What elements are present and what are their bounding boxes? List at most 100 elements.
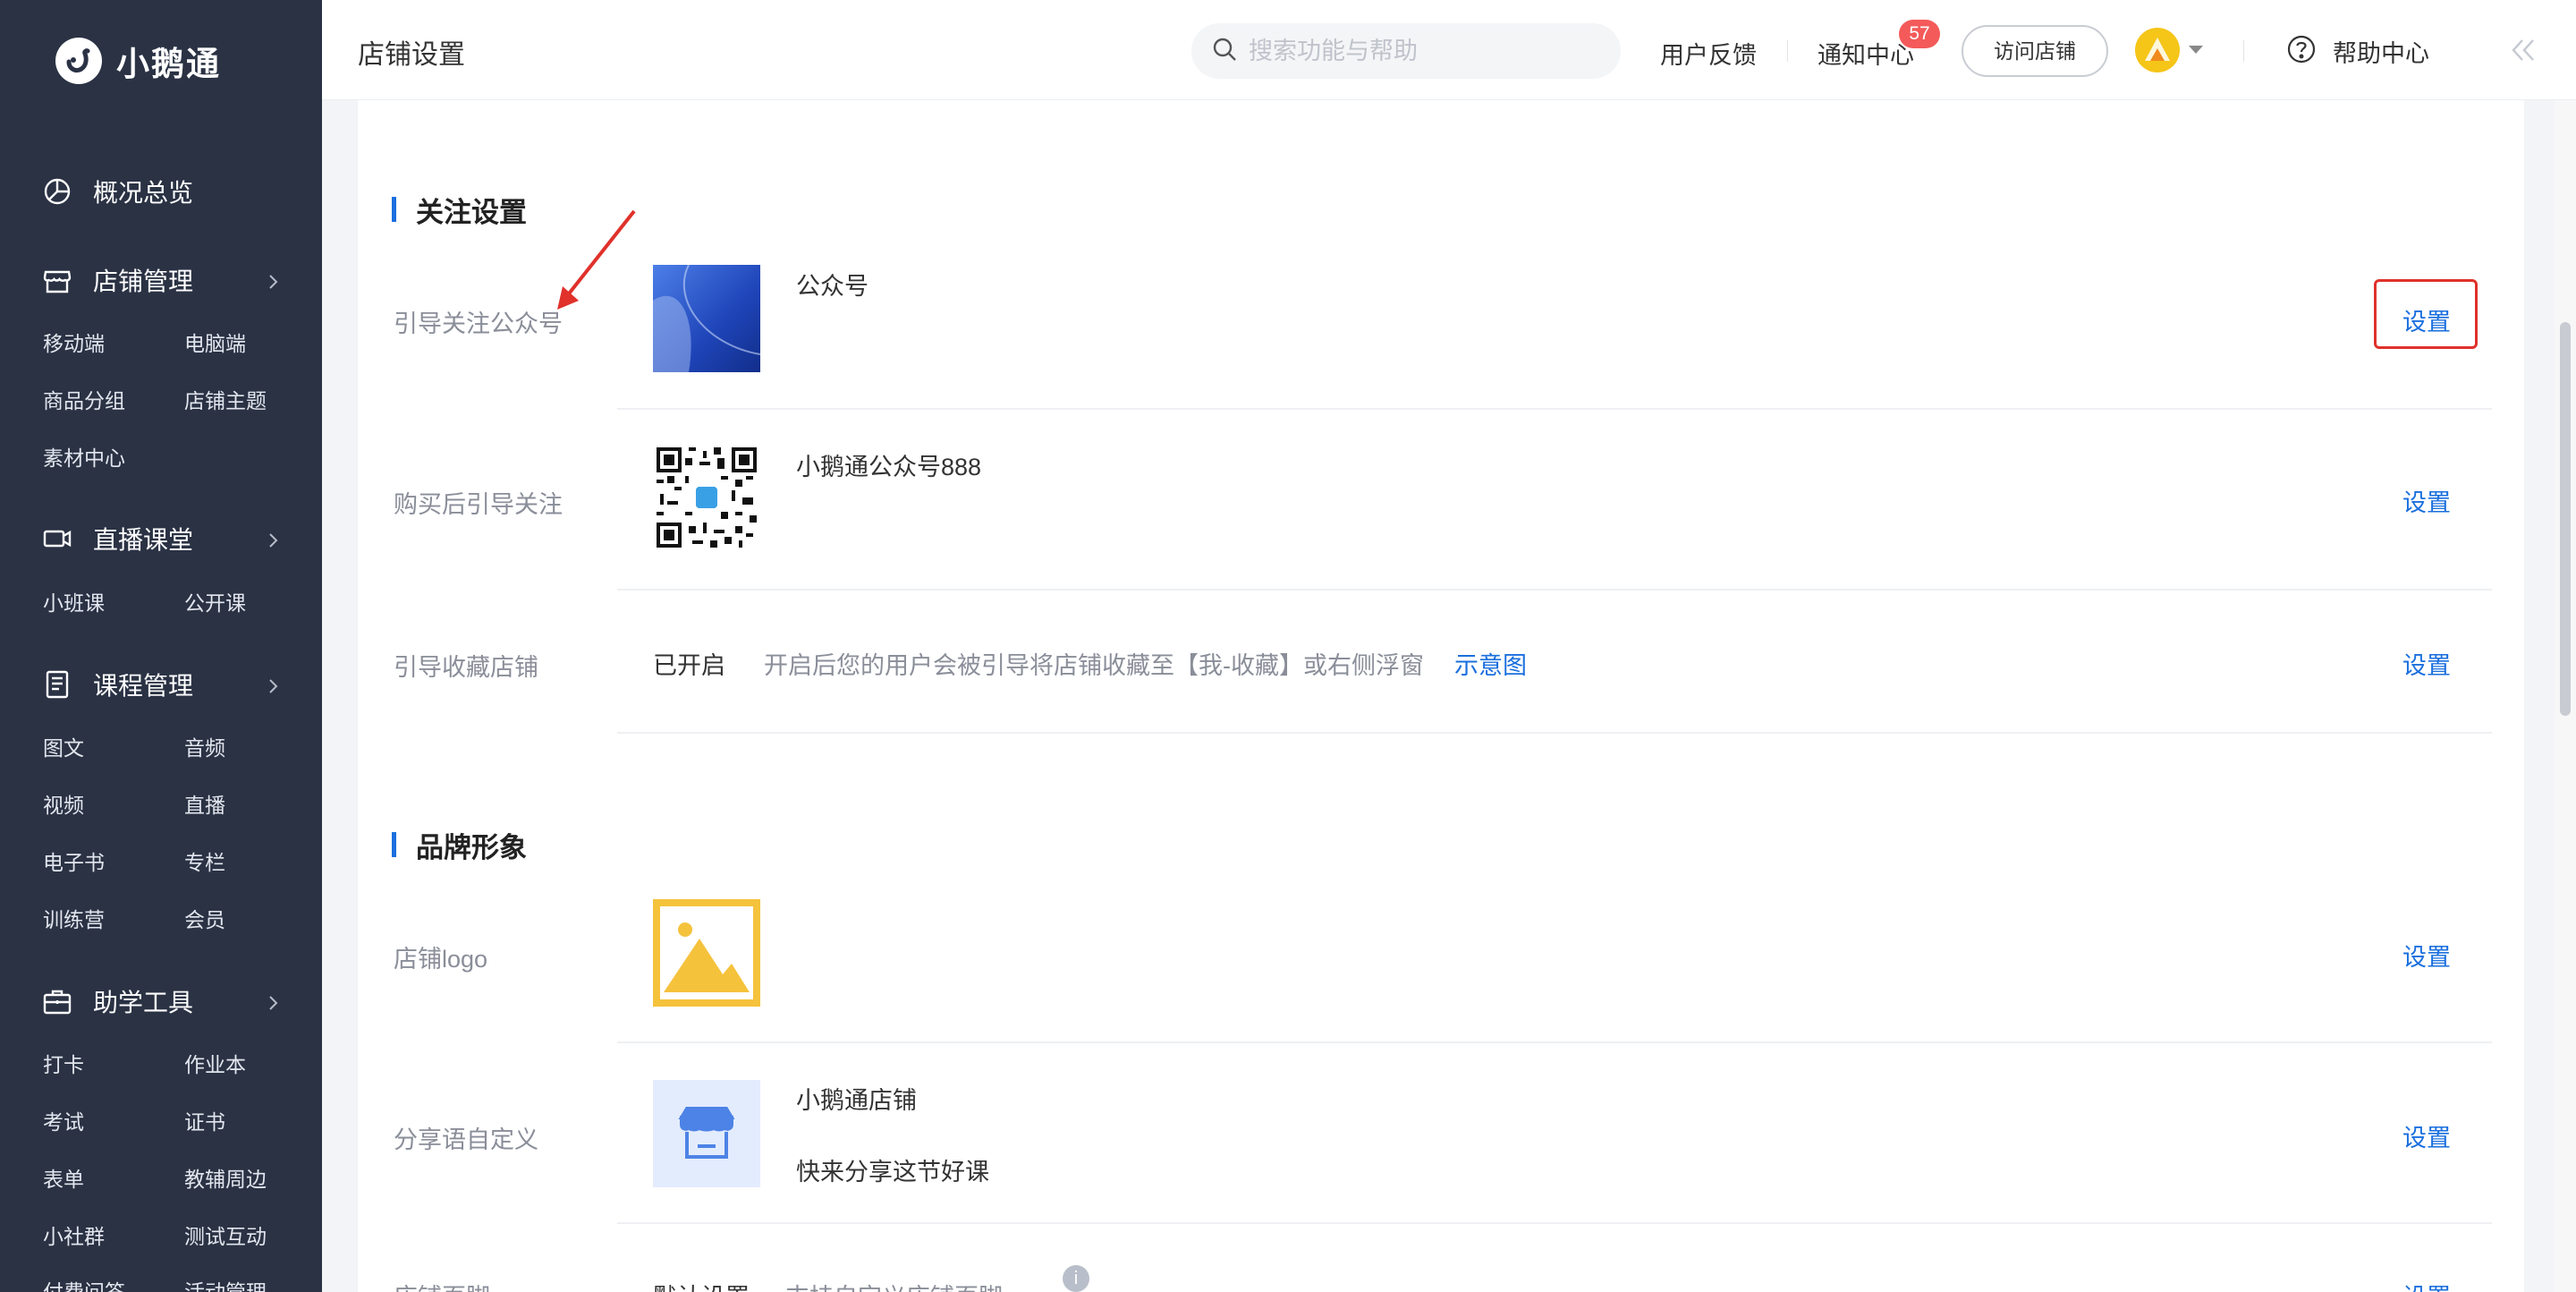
row-label-store-footer: 店铺页脚 <box>394 1278 490 1292</box>
menu-label: 店铺管理 <box>93 268 194 295</box>
search-box[interactable] <box>1191 23 1621 79</box>
setting-link-share-text[interactable]: 设置 <box>2402 1118 2451 1153</box>
row-label-guide-follow: 引导关注公众号 <box>394 310 563 337</box>
sidebar-item-article[interactable]: 图文 <box>43 734 84 762</box>
row-divider <box>617 1222 2492 1224</box>
sidebar-item-certificate[interactable]: 证书 <box>184 1108 225 1136</box>
search-input[interactable] <box>1249 37 1597 65</box>
header-divider <box>1787 40 1788 62</box>
setting-link-post-purchase-follow[interactable]: 设置 <box>2402 483 2451 518</box>
setting-link-guide-follow[interactable]: 设置 <box>2402 302 2451 337</box>
footer-status: 默认设置 <box>653 1278 750 1292</box>
sidebar-item-mobile[interactable]: 移动端 <box>43 329 105 358</box>
preview-image-link[interactable]: 示意图 <box>1454 646 1527 681</box>
section-accent-bar <box>392 832 396 857</box>
document-icon <box>41 668 73 701</box>
feedback-link[interactable]: 用户反馈 <box>1660 36 1757 71</box>
sidebar-item-form[interactable]: 表单 <box>43 1165 84 1194</box>
app-name: 小鹅通 <box>116 46 221 82</box>
sidebar-item-ebook[interactable]: 电子书 <box>43 848 105 877</box>
row-divider <box>617 1041 2492 1043</box>
sidebar-item-homework[interactable]: 作业本 <box>184 1050 246 1079</box>
favorite-description: 开启后您的用户会被引导将店铺收藏至【我-收藏】或右侧浮窗 <box>764 652 1424 679</box>
sidebar-item-product-groups[interactable]: 商品分组 <box>43 387 125 415</box>
sidebar-item-material-center[interactable]: 素材中心 <box>43 444 125 472</box>
caret-down-icon <box>2188 44 2204 60</box>
qr-code-image <box>657 447 757 548</box>
sidebar-item-paid-qa[interactable]: 付费问答 <box>43 1278 125 1292</box>
official-account-name: 公众号 <box>796 273 869 300</box>
menu-live-classroom[interactable]: 直播课堂 <box>41 521 283 557</box>
visit-store-button[interactable]: 访问店铺 <box>1962 25 2108 77</box>
image-placeholder-icon <box>653 899 760 1007</box>
question-circle-icon <box>2286 34 2317 69</box>
section-title-text: 关注设置 <box>416 196 527 228</box>
toolbox-icon <box>41 985 73 1017</box>
annotation-arrow-icon <box>557 209 636 310</box>
row-label-share-text: 分享语自定义 <box>394 1126 538 1153</box>
sidebar-item-quiz[interactable]: 测试互动 <box>184 1222 267 1251</box>
sidebar-item-community[interactable]: 小社群 <box>43 1222 105 1251</box>
pie-chart-icon <box>41 175 73 208</box>
sidebar-item-exam[interactable]: 考试 <box>43 1108 84 1136</box>
scrollbar-thumb[interactable] <box>2560 322 2571 716</box>
setting-link-store-logo[interactable]: 设置 <box>2402 938 2451 973</box>
official-account-name: 小鹅通公众号888 <box>796 454 982 480</box>
goose-logo-icon <box>55 38 102 84</box>
sidebar-item-check-in[interactable]: 打卡 <box>43 1050 84 1079</box>
collapse-sidebar-icon[interactable] <box>2510 38 2537 67</box>
search-icon <box>1211 36 1238 67</box>
sidebar-item-training-camp[interactable]: 训练营 <box>43 905 105 934</box>
sidebar: 小鹅通 概况总览 店铺管理 移动端 电脑端 商品分组 店铺主题 素材中心 直播课… <box>0 0 322 1292</box>
section-title-brand: 品牌形象 <box>392 829 527 863</box>
official-account-cover-image <box>653 265 760 372</box>
row-label-post-purchase-follow: 购买后引导关注 <box>394 491 563 518</box>
section-title-text: 品牌形象 <box>416 831 527 863</box>
chevron-right-icon <box>263 269 283 298</box>
store-settings-card: 关注设置 引导关注公众号 公众号 设置 购买后引导关注 小鹅通公众号888 设置… <box>358 100 2524 1292</box>
setting-link-store-footer[interactable]: 设置 <box>2402 1278 2451 1292</box>
sidebar-item-teaching-aids[interactable]: 教辅周边 <box>184 1165 267 1194</box>
help-center-link[interactable]: 帮助中心 <box>2286 34 2429 69</box>
menu-label: 助学工具 <box>93 989 194 1016</box>
avatar <box>2134 27 2181 78</box>
user-avatar-menu[interactable] <box>2134 27 2207 77</box>
setting-link-guide-favorite[interactable]: 设置 <box>2402 646 2451 681</box>
sidebar-item-live[interactable]: 直播 <box>184 791 225 820</box>
sidebar-item-activity[interactable]: 活动管理 <box>184 1278 267 1292</box>
sidebar-item-store-theme[interactable]: 店铺主题 <box>184 387 267 415</box>
header-divider <box>2243 40 2244 62</box>
sidebar-item-video[interactable]: 视频 <box>43 791 84 820</box>
sidebar-item-membership[interactable]: 会员 <box>184 905 225 934</box>
sidebar-item-audio[interactable]: 音频 <box>184 734 225 762</box>
sidebar-item-column[interactable]: 专栏 <box>184 848 225 877</box>
menu-label: 课程管理 <box>93 672 194 700</box>
section-accent-bar <box>392 197 396 222</box>
store-front-icon <box>653 1080 760 1187</box>
row-divider <box>617 589 2492 591</box>
menu-label: 直播课堂 <box>93 526 194 554</box>
chevron-right-icon <box>263 990 283 1019</box>
notification-center-link[interactable]: 通知中心 <box>1818 36 1914 71</box>
row-divider <box>617 732 2492 734</box>
row-label-store-logo: 店铺logo <box>394 946 488 973</box>
store-icon <box>41 264 73 296</box>
app-logo[interactable]: 小鹅通 <box>55 36 221 86</box>
menu-study-tools[interactable]: 助学工具 <box>41 983 283 1019</box>
top-header: 店铺设置 用户反馈 通知中心 57 访问店铺 <box>322 0 2576 100</box>
chevron-right-icon <box>263 674 283 702</box>
sidebar-item-open-class[interactable]: 公开课 <box>184 589 246 617</box>
notification-count-badge: 57 <box>1899 20 1940 48</box>
share-description: 快来分享这节好课 <box>796 1159 989 1186</box>
menu-overview[interactable]: 概况总览 <box>41 174 283 209</box>
row-divider <box>617 408 2492 410</box>
menu-course-management[interactable]: 课程管理 <box>41 667 283 702</box>
info-icon[interactable]: i <box>1063 1265 1089 1292</box>
share-title: 小鹅通店铺 <box>796 1087 917 1114</box>
chevron-right-icon <box>263 528 283 557</box>
sidebar-item-pc[interactable]: 电脑端 <box>184 329 246 358</box>
row-label-guide-favorite: 引导收藏店铺 <box>394 654 538 681</box>
sidebar-item-small-class[interactable]: 小班课 <box>43 589 105 617</box>
status-enabled: 已开启 <box>653 652 725 679</box>
menu-store-management[interactable]: 店铺管理 <box>41 262 283 298</box>
